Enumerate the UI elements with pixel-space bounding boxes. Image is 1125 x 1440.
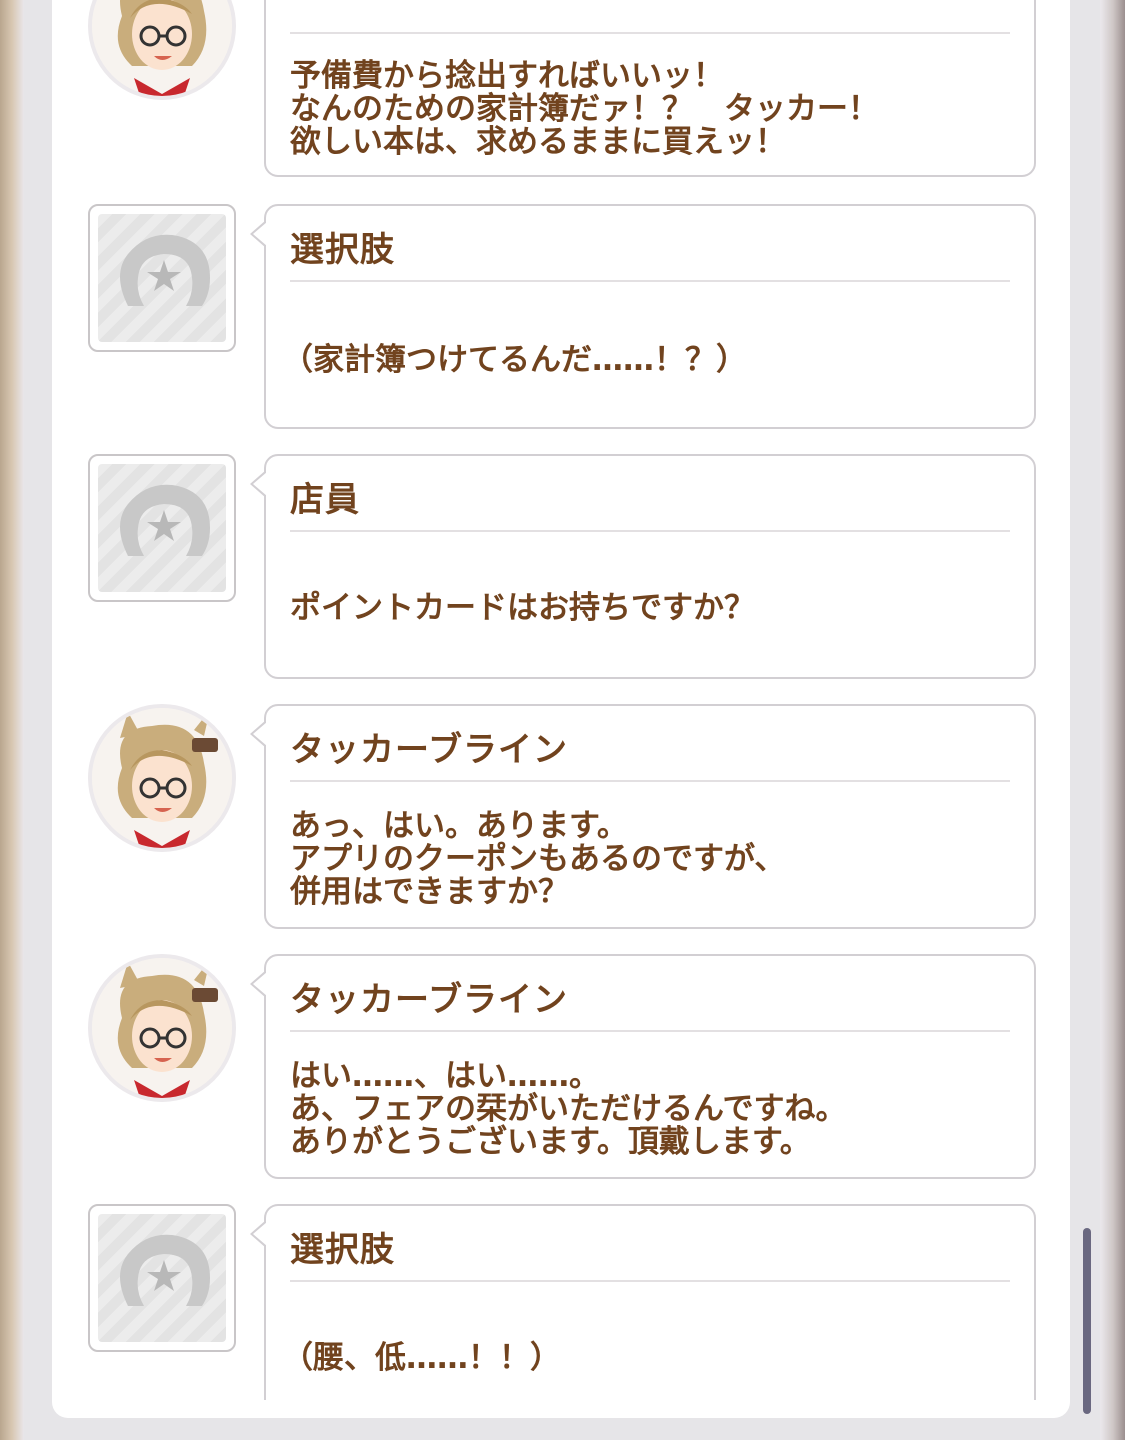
dialogue-line: （家計簿つけてるんだ……！？） [282,342,747,378]
bubble-tail [250,720,267,748]
dialogue-line: はい……、はい……。 [290,1058,600,1094]
dialogue-line: 予備費から捻出すればいいッ！ [290,58,724,94]
dialogue-bubble: タッカーブライン はい……、はい……。 あ、フェアの栞がいただけるんですね。 あ… [250,954,1036,1179]
speaker-name: タッカーブライン [290,730,568,770]
dialogue-bubble: 予備費から捻出すればいいッ！ なんのための家計簿だァ！？ タッカー！ 欲しい本は… [264,0,1036,177]
dialogue-line: 併用はできますか？ [290,874,569,910]
bubble-tail [250,970,267,998]
speaker-name: タッカーブライン [290,980,568,1020]
placeholder-avatar [88,1204,236,1352]
dialogue-line: あっ、はい。あります。 [290,808,628,844]
dialogue-bubble: 選択肢 （家計簿つけてるんだ……！？） [250,204,1036,429]
bubble-tail [250,470,267,498]
dialogue-line: あ、フェアの栞がいただけるんですね。 [290,1091,847,1127]
horseshoe-icon [120,234,210,306]
speaker-name: 店員 [290,480,360,520]
bubble-divider [290,1030,1010,1032]
bubble-tail [250,1220,267,1248]
dialogue-bubble: 選択肢 （腰、低……！！） [250,1204,1036,1400]
bubble-divider [290,32,1010,34]
placeholder-avatar [88,204,236,352]
character-portrait-icon [92,708,232,848]
dialogue-line: ポイントカードはお持ちですか？ [290,590,755,626]
character-avatar [88,704,236,852]
speaker-name: 選択肢 [290,1230,395,1270]
bubble-divider [290,280,1010,282]
scrollbar-thumb[interactable] [1083,1228,1091,1414]
speaker-name: 選択肢 [290,230,395,270]
bubble-tail [250,220,267,248]
dialogue-line: 欲しい本は、求めるままに買えッ！ [290,124,786,160]
bubble-divider [290,530,1010,532]
dialogue-bubble: タッカーブライン あっ、はい。あります。 アプリのクーポンもあるのですが、 併用… [250,704,1036,929]
dialogue-line: アプリのクーポンもあるのですが、 [290,841,786,877]
dialogue-line: なんのための家計簿だァ！？ タッカー！ [290,91,879,127]
horseshoe-icon [120,484,210,556]
dialogue-line: ありがとうございます。頂戴します。 [290,1124,811,1160]
dialogue-line: （腰、低……！！） [282,1340,561,1376]
character-portrait-icon [92,958,232,1098]
bubble-divider [290,780,1010,782]
placeholder-avatar [88,454,236,602]
character-avatar [88,954,236,1102]
dialogue-bubble: 店員 ポイントカードはお持ちですか？ [250,454,1036,679]
horseshoe-icon [120,1234,210,1306]
bubble-divider [290,1280,1010,1282]
